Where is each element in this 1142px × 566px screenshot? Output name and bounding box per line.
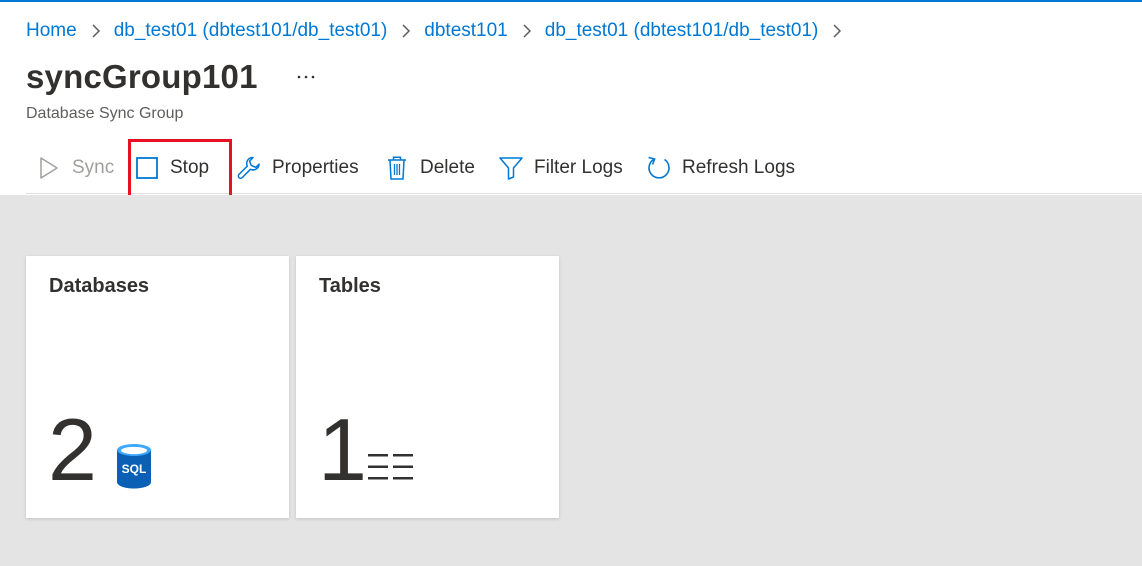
databases-tile[interactable]: Databases 2 SQL <box>26 256 289 518</box>
sql-icon-text: SQL <box>122 462 147 476</box>
breadcrumb: Home db_test01 (dbtest101/db_test01) dbt… <box>26 18 855 44</box>
title-row: syncGroup101 <box>26 58 318 96</box>
filter-icon <box>498 155 524 181</box>
page-subtitle: Database Sync Group <box>26 105 184 122</box>
tables-tile-title: Tables <box>319 275 381 297</box>
refresh-logs-label: Refresh Logs <box>682 157 796 178</box>
delete-label: Delete <box>420 157 475 178</box>
delete-button[interactable]: Delete <box>384 146 475 190</box>
breadcrumb-database-2[interactable]: db_test01 (dbtest101/db_test01) <box>545 20 819 42</box>
tables-count: 1 <box>318 400 367 499</box>
sync-button[interactable]: Sync <box>36 146 114 190</box>
chevron-right-icon <box>401 23 411 39</box>
properties-button[interactable]: Properties <box>236 146 359 190</box>
breadcrumb-home[interactable]: Home <box>26 20 77 42</box>
chevron-right-icon <box>522 23 532 39</box>
stop-icon <box>134 155 160 181</box>
page-title: syncGroup101 <box>26 58 258 95</box>
command-bar: Sync Stop Properties Delete Filter Logs <box>26 146 1142 194</box>
more-options-button[interactable] <box>294 65 318 89</box>
top-accent-line <box>0 0 1142 2</box>
wrench-icon <box>236 155 262 181</box>
databases-tile-title: Databases <box>49 275 150 297</box>
breadcrumb-server[interactable]: dbtest101 <box>424 20 507 42</box>
stop-button[interactable]: Stop <box>134 146 209 190</box>
refresh-icon <box>646 155 672 181</box>
ellipsis-icon <box>297 75 314 79</box>
sql-database-icon: SQL <box>117 444 151 489</box>
play-icon <box>36 155 62 181</box>
properties-label: Properties <box>272 157 359 178</box>
table-list-icon <box>368 454 413 480</box>
trash-icon <box>384 155 410 181</box>
chevron-right-icon <box>91 23 101 39</box>
sync-label: Sync <box>72 157 115 178</box>
refresh-logs-button[interactable]: Refresh Logs <box>646 146 795 190</box>
content-area: Databases 2 SQL Tables 1 <box>0 195 1142 566</box>
breadcrumb-database[interactable]: db_test01 (dbtest101/db_test01) <box>114 20 388 42</box>
stop-label: Stop <box>170 157 210 178</box>
filter-logs-label: Filter Logs <box>534 157 623 178</box>
filter-logs-button[interactable]: Filter Logs <box>498 146 623 190</box>
tables-tile[interactable]: Tables 1 <box>296 256 559 518</box>
databases-count: 2 <box>48 400 97 499</box>
chevron-right-icon <box>832 23 842 39</box>
